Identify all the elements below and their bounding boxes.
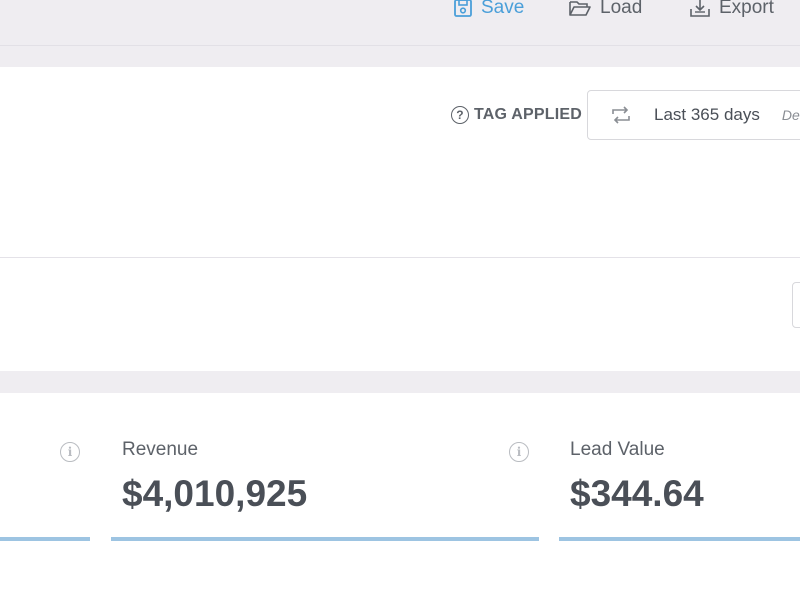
- metric-bar: [0, 537, 90, 541]
- lead-value-label: Lead Value: [570, 439, 665, 460]
- export-icon: [690, 0, 710, 17]
- card-divider: [0, 257, 800, 258]
- repeat-icon: [610, 106, 632, 124]
- date-range-select[interactable]: Last 365 days De: [587, 90, 800, 140]
- export-label: Export: [719, 0, 774, 18]
- filter-card: ? TAG APPLIED Last 365 days De: [0, 67, 800, 371]
- date-range-extra: De: [781, 107, 800, 123]
- metrics-card: i Revenue $4,010,925 i Lead Value $344.6…: [0, 393, 800, 600]
- save-label: Save: [481, 0, 525, 18]
- lead-value-value: $344.64: [570, 473, 704, 514]
- date-range-label: Last 365 days: [654, 105, 760, 124]
- partial-control[interactable]: [792, 282, 800, 328]
- revenue-value: $4,010,925: [122, 473, 308, 514]
- revenue-bar: [111, 537, 539, 541]
- tag-applied-filter[interactable]: ? TAG APPLIED: [451, 106, 582, 124]
- dashboard-page: Save Load Export ? TAG APPLIED Last 365 …: [0, 0, 800, 600]
- revenue-label: Revenue: [122, 439, 199, 460]
- lead-value-bar: [559, 537, 800, 541]
- top-toolbar: Save Load Export: [0, 0, 800, 46]
- save-button[interactable]: Save: [453, 0, 524, 21]
- tag-applied-label: TAG APPLIED: [474, 106, 582, 123]
- export-button[interactable]: Export: [689, 0, 774, 21]
- folder-open-icon: [569, 1, 591, 16]
- load-label: Load: [600, 0, 643, 18]
- revenue-info-icon[interactable]: i: [509, 442, 529, 462]
- help-icon: ?: [451, 106, 469, 124]
- save-icon: [454, 0, 472, 17]
- info-icon[interactable]: i: [60, 442, 80, 462]
- load-button[interactable]: Load: [568, 0, 642, 21]
